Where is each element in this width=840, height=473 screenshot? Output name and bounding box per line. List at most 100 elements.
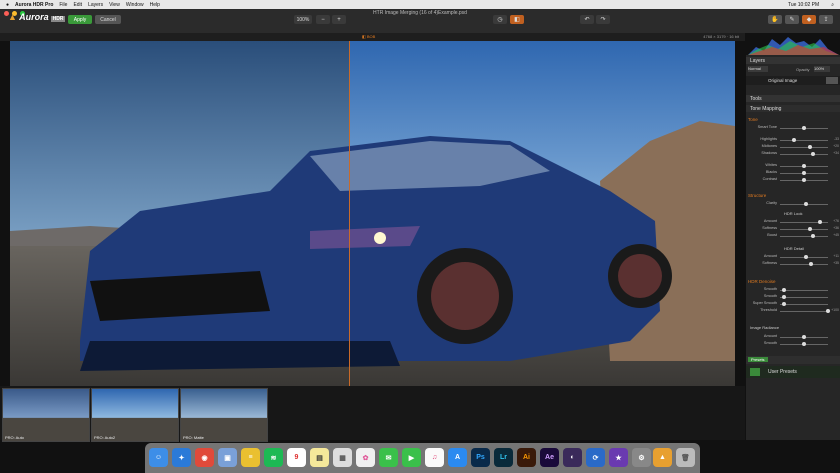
zoom-button[interactable]: 100% [294, 15, 312, 24]
messages-icon[interactable]: ✉ [379, 448, 398, 467]
layers-header[interactable]: Layers [746, 57, 840, 64]
super-smooth-knob[interactable] [782, 302, 786, 306]
stickies-icon[interactable]: ▤ [310, 448, 329, 467]
star-app-icon[interactable]: ★ [609, 448, 628, 467]
structure-section-title[interactable]: Structure [748, 193, 766, 198]
apple-icon[interactable]: ● [6, 2, 9, 8]
utility-icon[interactable]: ⚙ [632, 448, 651, 467]
clarity-knob[interactable] [804, 202, 808, 206]
whites-knob[interactable] [802, 164, 806, 168]
highlights-knob[interactable] [792, 138, 796, 142]
aftereffects-icon[interactable]: Ae [540, 448, 559, 467]
radiance-amount-slider[interactable]: Amount [746, 334, 840, 340]
radiance-smooth-slider[interactable]: Smooth [746, 341, 840, 347]
threshold-slider[interactable]: Threshold +100 [746, 308, 840, 314]
hdr-look-amount-slider[interactable]: Amount +76 [746, 219, 840, 225]
smart-tone-knob[interactable] [802, 126, 806, 130]
contrast-knob[interactable] [802, 178, 806, 182]
tone-section-title[interactable]: Tone [748, 117, 758, 122]
menu-layers[interactable]: Layers [88, 2, 103, 8]
detail-softness-knob[interactable] [809, 262, 813, 266]
spotify-icon[interactable]: ≋ [264, 448, 283, 467]
photos-icon[interactable]: ✿ [356, 448, 375, 467]
super-smooth-slider[interactable]: Super Smooth [746, 301, 840, 307]
contrast-slider[interactable]: Contrast [746, 177, 840, 183]
hdr-detail-softness-slider[interactable]: Softness +35 [746, 261, 840, 267]
layer-row[interactable]: Original Image [746, 76, 840, 85]
midtones-knob[interactable] [808, 145, 812, 149]
shadows-knob[interactable] [811, 152, 815, 156]
history-icon[interactable]: ◷ [493, 15, 507, 24]
hdr-detail-amount-slider[interactable]: Amount +11 [746, 254, 840, 260]
search-icon[interactable]: ⌕ [831, 2, 834, 8]
split-view-button[interactable]: ◧ [510, 15, 524, 24]
brush-icon[interactable]: ✎ [785, 15, 799, 24]
detail-amount-knob[interactable] [804, 255, 808, 259]
sync-icon[interactable]: ⟳ [586, 448, 605, 467]
whites-slider[interactable]: Whites [746, 163, 840, 169]
hdr-look-softness-slider[interactable]: Softness +36 [746, 226, 840, 232]
apply-button[interactable]: Apply [68, 15, 92, 24]
midtones-slider[interactable]: Midtones +20 [746, 144, 840, 150]
appstore-icon[interactable]: A [448, 448, 467, 467]
split-divider[interactable] [349, 41, 350, 386]
denoise-smooth2-knob[interactable] [782, 295, 786, 299]
user-presets-row[interactable]: User Presets [746, 366, 840, 378]
radiance-title[interactable]: Image Radiance [750, 325, 779, 330]
itunes-icon[interactable]: ♫ [425, 448, 444, 467]
finder-icon[interactable]: ☺ [149, 448, 168, 467]
shadows-slider[interactable]: Shadows +34 [746, 151, 840, 157]
softness-knob[interactable] [808, 227, 812, 231]
radiance-smooth-knob[interactable] [802, 342, 806, 346]
boost-knob[interactable] [811, 234, 815, 238]
denoise-smooth2-slider[interactable]: Smooth [746, 294, 840, 300]
threshold-knob[interactable] [826, 309, 830, 313]
radiance-amount-knob[interactable] [802, 335, 806, 339]
trash-icon[interactable]: 🗑 [676, 448, 695, 467]
preset-thumb[interactable]: PRO: Auto [2, 388, 90, 442]
menu-app-name[interactable]: Aurora HDR Pro [15, 2, 53, 8]
opacity-value[interactable]: 100% [814, 66, 830, 72]
menu-edit[interactable]: Edit [73, 2, 82, 8]
presets-button[interactable]: Presets [748, 357, 768, 362]
zoom-out-icon[interactable]: − [316, 15, 330, 24]
notes-icon[interactable]: ≡ [241, 448, 260, 467]
menubar-clock[interactable]: Tue 10:02 PM [788, 2, 819, 8]
clarity-slider[interactable]: Clarity [746, 201, 840, 207]
cancel-button[interactable]: Cancel [95, 15, 121, 24]
hdr-look-boost-slider[interactable]: Boost +45 [746, 233, 840, 239]
image-canvas[interactable] [10, 41, 735, 386]
menu-file[interactable]: File [59, 2, 67, 8]
denoise-section-title[interactable]: HDR Denoise [748, 279, 776, 284]
preview-icon[interactable]: ▣ [218, 448, 237, 467]
facetime-icon[interactable]: ▶ [402, 448, 421, 467]
smart-tone-slider[interactable]: Smart Tone [746, 125, 840, 131]
preset-thumb[interactable]: PRO: Matte [180, 388, 268, 442]
amount-knob[interactable] [818, 220, 822, 224]
preset-thumb[interactable]: PRO: Auto2 [91, 388, 179, 442]
hdr-look-title[interactable]: HDR Look [784, 211, 802, 216]
menu-help[interactable]: Help [150, 2, 160, 8]
undo-icon[interactable]: ↶ [580, 15, 594, 24]
aurora-icon[interactable]: ▲ [653, 448, 672, 467]
photoshop-icon[interactable]: Ps [471, 448, 490, 467]
lightroom-icon[interactable]: Lr [494, 448, 513, 467]
blend-mode-select[interactable]: Normal [748, 66, 768, 72]
adjust-icon[interactable]: ✋ [768, 15, 782, 24]
blacks-slider[interactable]: Blacks [746, 170, 840, 176]
hdr-detail-title[interactable]: HDR Detail [784, 246, 804, 251]
safari-icon[interactable]: ✦ [172, 448, 191, 467]
redo-icon[interactable]: ↷ [596, 15, 610, 24]
menu-view[interactable]: View [109, 2, 120, 8]
share-icon[interactable]: ⇪ [819, 15, 833, 24]
tools-header[interactable]: Tools [746, 95, 840, 102]
documents-icon[interactable]: ▦ [333, 448, 352, 467]
tone-mapping-header[interactable]: Tone Mapping [746, 105, 840, 112]
blacks-knob[interactable] [802, 171, 806, 175]
eclipse-icon[interactable]: ◐ [563, 448, 582, 467]
illustrator-icon[interactable]: Ai [517, 448, 536, 467]
calendar-icon[interactable]: 9 [287, 448, 306, 467]
denoise-smooth-slider[interactable]: Smooth [746, 287, 840, 293]
menu-window[interactable]: Window [126, 2, 144, 8]
zoom-in-icon[interactable]: + [332, 15, 346, 24]
